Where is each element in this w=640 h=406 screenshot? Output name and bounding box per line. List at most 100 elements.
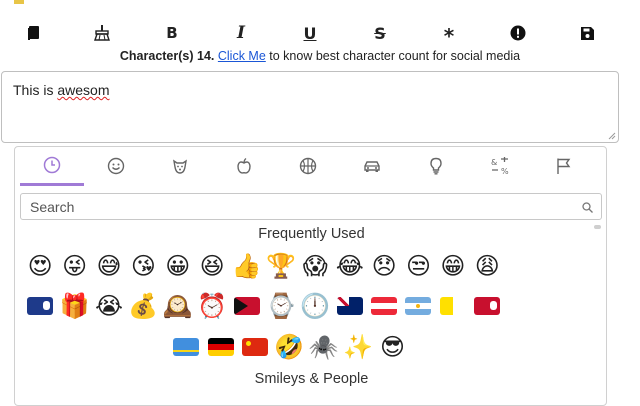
emoji-flag-austria[interactable] [367,289,401,323]
emoji-weary[interactable]: 😩 [470,249,504,283]
emoji-grinning[interactable]: 😀 [161,249,195,283]
tab-food[interactable] [212,147,276,185]
bold-label: B [166,24,178,42]
copy-button[interactable] [18,18,50,48]
emoji-glyph: 😜 [62,252,88,280]
flag-bermuda-icon [474,297,501,315]
emoji-scream[interactable]: 😱 [298,249,332,283]
emoji-picker: &% Frequently Used 😍 😜 😅 😘 😀 😆 👍 🏆 😱 😂 😞… [14,146,607,406]
emoji-spider[interactable]: 🕷️ [307,330,341,364]
strikethrough-button[interactable]: S [364,18,396,48]
svg-text:&: & [491,158,497,167]
emoji-disappointed[interactable]: 😞 [367,249,401,283]
character-count: Character(s) 14. [119,49,215,63]
emoji-heart-eyes[interactable]: 😍 [23,249,57,283]
emoji-glyph: 👍 [231,252,262,280]
broom-icon [94,25,110,41]
emoji-sob[interactable]: 😭 [92,289,126,323]
asterisk-button[interactable]: * [433,18,465,48]
click-me-link[interactable]: Click Me [218,49,266,63]
tab-flags[interactable] [532,147,596,185]
emoji-search-input[interactable] [21,194,570,219]
emoji-flag-argentina[interactable] [401,289,435,323]
basketball-icon [299,157,317,175]
save-icon [580,26,594,40]
asterisk-label: * [443,24,455,48]
emoji-sparkles[interactable]: ✨ [341,330,375,364]
tab-smileys[interactable] [84,147,148,185]
top-strip-fragment [0,0,640,8]
emoji-glyph: 😁 [440,252,466,280]
strikethrough-label: S [374,23,386,43]
emoji-mantelpiece-clock[interactable]: 🕰️ [161,289,195,323]
clock-icon [43,156,61,174]
emoji-glyph: 😒 [405,252,431,280]
emoji-rolling-laughing[interactable]: 🤣 [272,330,306,364]
emoji-winking-tongue[interactable]: 😜 [57,249,91,283]
flag-australia-icon [336,297,363,315]
bold-button[interactable]: B [156,18,188,48]
emoji-unamused[interactable]: 😒 [401,249,435,283]
resize-grip-icon[interactable] [608,132,616,140]
emoji-flag-vatican[interactable] [436,289,470,323]
emoji-thumbs-up[interactable]: 👍 [229,249,263,283]
emoji-glyph: 🤣 [274,333,305,361]
emoji-clock-twelve[interactable]: 🕛 [298,289,332,323]
emoji-watch[interactable]: ⌚ [264,289,298,323]
save-button[interactable] [571,18,603,48]
emoji-money-bag[interactable]: 💰 [126,289,160,323]
emoji-glyph: 😱 [302,252,328,280]
flag-vatican-icon [439,297,466,315]
exclamation-button[interactable] [502,18,534,48]
emoji-flag-australia[interactable] [333,289,367,323]
italic-button[interactable]: I [225,18,257,48]
emoji-flag-germany[interactable] [203,330,237,364]
format-toolbar: B I U S * [0,18,640,50]
emoji-glyph: 🎁 [59,292,90,320]
emoji-trophy[interactable]: 🏆 [264,249,298,283]
emoji-glyph: 🏆 [265,252,296,280]
emoji-gift[interactable]: 🎁 [57,289,91,323]
section-heading-frequent: Frequently Used [258,226,365,242]
emoji-flag-cayman-islands[interactable] [23,289,57,323]
emoji-sunglasses[interactable]: 😎 [375,330,409,364]
emoji-sweat-smile[interactable]: 😅 [92,249,126,283]
emoji-search-box [20,193,602,220]
tab-objects[interactable] [404,147,468,185]
svg-text:%: % [501,167,509,175]
tab-recent[interactable] [20,147,84,186]
underline-label: U [303,23,317,43]
lightbulb-icon [430,157,442,175]
tab-symbols[interactable]: &% [468,147,532,185]
emoji-glyph: 😍 [27,252,53,280]
emoji-flag-aruba[interactable] [169,330,203,364]
emoji-glyph: 😀 [165,252,191,280]
emoji-glyph: 😭 [94,292,123,320]
emoji-grin[interactable]: 😁 [436,249,470,283]
emoji-joy[interactable]: 😂 [333,249,367,283]
exclamation-circle-icon [510,25,526,41]
emoji-glyph: 🕷️ [308,333,339,361]
dog-icon [173,159,187,174]
smiley-icon [107,157,125,175]
flag-timor-leste-icon [233,297,260,315]
post-textarea[interactable]: This is awesom [1,71,619,143]
tab-animals[interactable] [148,147,212,185]
emoji-kissing-heart[interactable]: 😘 [126,249,160,283]
tab-travel[interactable] [340,147,404,185]
emoji-row-1: 😍 😜 😅 😘 😀 😆 👍 🏆 😱 😂 😞 😒 😁 😩 [23,249,504,283]
flag-argentina-icon [405,297,432,315]
count-help-text: to know best character count for social … [269,49,521,63]
emoji-laughing[interactable]: 😆 [195,249,229,283]
tab-activities[interactable] [276,147,340,185]
emoji-glyph: ⌚ [265,292,296,320]
emoji-alarm-clock[interactable]: ⏰ [195,289,229,323]
emoji-flag-bermuda[interactable] [470,289,504,323]
underline-button[interactable]: U [294,18,326,48]
emoji-row-3: 🤣 🕷️ ✨ 😎 [169,330,410,364]
emoji-flag-china[interactable] [238,330,272,364]
emoji-glyph: 🕰️ [162,292,193,320]
emoji-flag-timor-leste[interactable] [229,289,263,323]
emoji-category-tabs: &% [20,147,600,187]
clear-format-button[interactable] [86,18,118,48]
